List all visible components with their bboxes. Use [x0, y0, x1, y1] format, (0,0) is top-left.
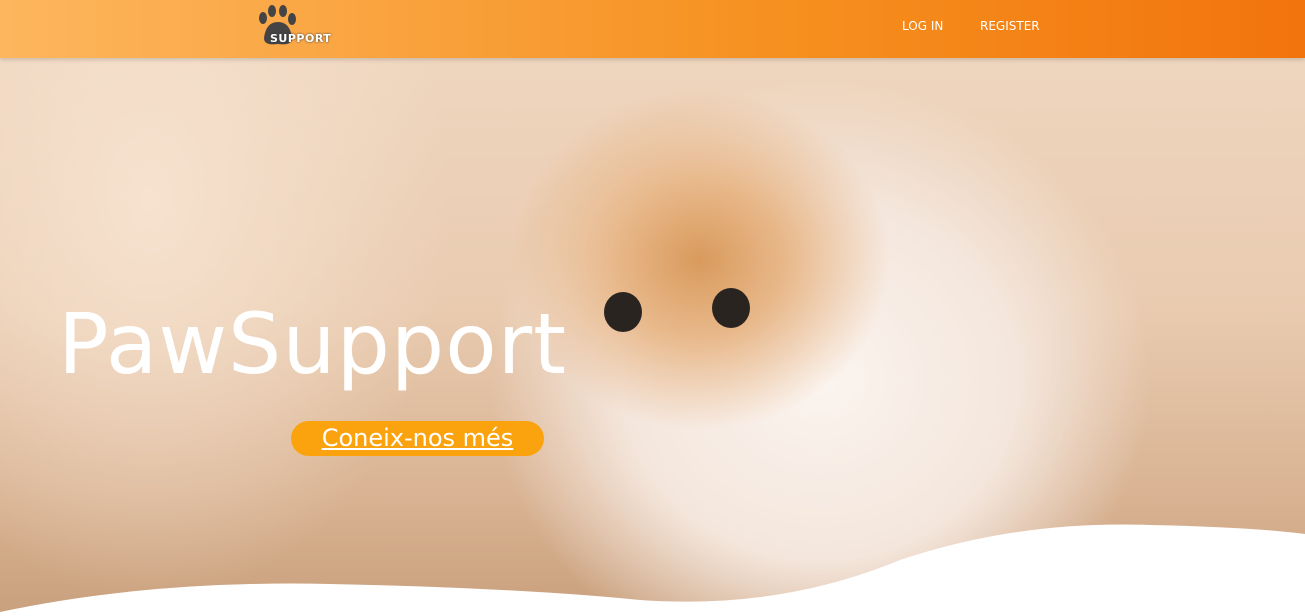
hero-title: PawSupport [58, 295, 568, 393]
logo[interactable]: SUPPORT [254, 4, 331, 48]
register-link[interactable]: REGISTER [980, 19, 1040, 33]
cat-eye-right [712, 288, 750, 328]
bottom-wave-divider [0, 524, 1305, 616]
learn-more-button[interactable]: Coneix-nos més [291, 421, 544, 456]
cat-eye-left [604, 292, 642, 332]
login-link[interactable]: LOG IN [902, 19, 943, 33]
logo-text: SUPPORT [270, 32, 332, 45]
navbar: SUPPORT LOG IN REGISTER [0, 0, 1305, 58]
